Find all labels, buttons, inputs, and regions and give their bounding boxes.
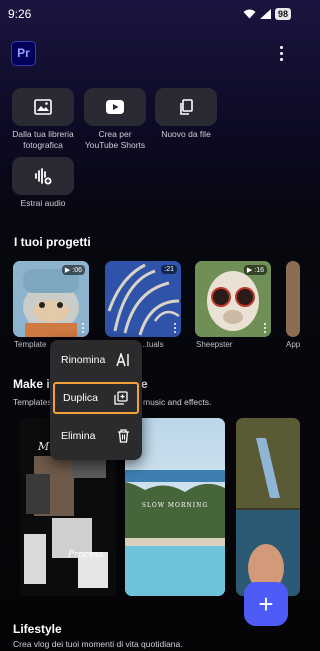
status-time: 9:26	[8, 7, 32, 21]
templates-subtitle-end: music and effects.	[143, 397, 212, 407]
project-card[interactable]: ▶ :16	[195, 261, 271, 337]
menu-item-delete[interactable]: Elimina	[50, 420, 142, 452]
template-caption-bottom: Process	[68, 550, 104, 560]
action-label: Dalla tua libreria fotografica	[12, 129, 74, 150]
templates-heading: Make it	[13, 377, 54, 391]
menu-item-label: Rinomina	[61, 354, 106, 366]
action-extract-audio[interactable]: Estrai audio	[12, 157, 74, 209]
lifestyle-heading: Lifestyle	[13, 622, 62, 636]
duplicate-icon	[114, 391, 128, 405]
photo-library-button[interactable]	[12, 88, 74, 126]
action-label: Nuovo da file	[161, 129, 211, 139]
duration-badge: :21	[161, 265, 177, 274]
project-name: ...tuals	[140, 340, 164, 349]
lifestyle-subtitle: Crea vlog dei tuoi momenti di vita quoti…	[13, 639, 183, 649]
templates-heading-start: Make it	[13, 377, 54, 391]
add-project-button[interactable]: +	[244, 582, 288, 626]
menu-item-rename[interactable]: Rinomina	[50, 344, 142, 376]
project-name: Template	[14, 340, 47, 349]
plus-icon: +	[258, 589, 274, 619]
new-from-file-button[interactable]	[155, 88, 217, 126]
action-label: Estrai audio	[20, 198, 66, 208]
templates-subtitle-start: Templates	[13, 397, 52, 407]
project-card[interactable]: :21	[105, 261, 181, 337]
templates-heading-end: e	[141, 377, 148, 391]
projects-heading: I tuoi progetti	[14, 235, 91, 249]
menu-item-label: Elimina	[61, 430, 96, 442]
youtube-icon	[106, 100, 124, 114]
wifi-icon	[243, 9, 256, 19]
audio-extract-icon	[35, 168, 52, 185]
project-name: Sheepster	[196, 340, 233, 349]
action-new-from-file[interactable]: Nuovo da file	[155, 88, 217, 140]
action-youtube-shorts[interactable]: Crea per YouTube Shorts	[84, 88, 146, 151]
project-more-icon[interactable]	[174, 323, 176, 333]
youtube-shorts-button[interactable]	[84, 88, 146, 126]
project-card[interactable]: ▶ :06	[13, 261, 89, 337]
project-card[interactable]	[286, 261, 300, 337]
photo-library-icon	[34, 99, 52, 115]
app-bar: Pr	[11, 40, 289, 66]
file-copy-icon	[180, 98, 193, 115]
duration-text: :06	[72, 266, 82, 274]
project-context-menu: Rinomina Duplica Elimina	[50, 340, 142, 460]
status-icons: 98	[243, 8, 291, 20]
rename-icon	[116, 353, 129, 367]
extract-audio-button[interactable]	[12, 157, 74, 195]
premiere-logo: Pr	[11, 40, 36, 66]
template-card[interactable]	[236, 418, 300, 596]
duration-text: :16	[254, 266, 264, 274]
duration-badge: ▶ :16	[243, 265, 267, 275]
trash-icon	[118, 429, 129, 443]
template-caption-top: M	[38, 440, 50, 453]
duration-text: :21	[164, 266, 174, 273]
signal-icon	[259, 9, 271, 19]
menu-item-duplicate[interactable]: Duplica	[53, 382, 139, 414]
status-bar: 9:26 98	[0, 0, 300, 28]
project-more-icon[interactable]	[264, 323, 266, 333]
video-icon: ▶	[64, 267, 71, 274]
video-icon: ▶	[246, 267, 253, 274]
template-thumbnail	[236, 418, 300, 596]
battery-indicator: 98	[274, 8, 291, 20]
project-name: App	[286, 340, 301, 349]
action-label: Crea per YouTube Shorts	[84, 129, 146, 150]
menu-item-label: Duplica	[63, 392, 99, 404]
action-photo-library[interactable]: Dalla tua libreria fotografica	[12, 88, 74, 151]
project-more-icon[interactable]	[82, 323, 84, 333]
duration-badge: ▶ :06	[61, 265, 85, 275]
more-options-icon[interactable]	[273, 41, 289, 65]
template-caption: SLOW MORNING	[141, 502, 209, 509]
